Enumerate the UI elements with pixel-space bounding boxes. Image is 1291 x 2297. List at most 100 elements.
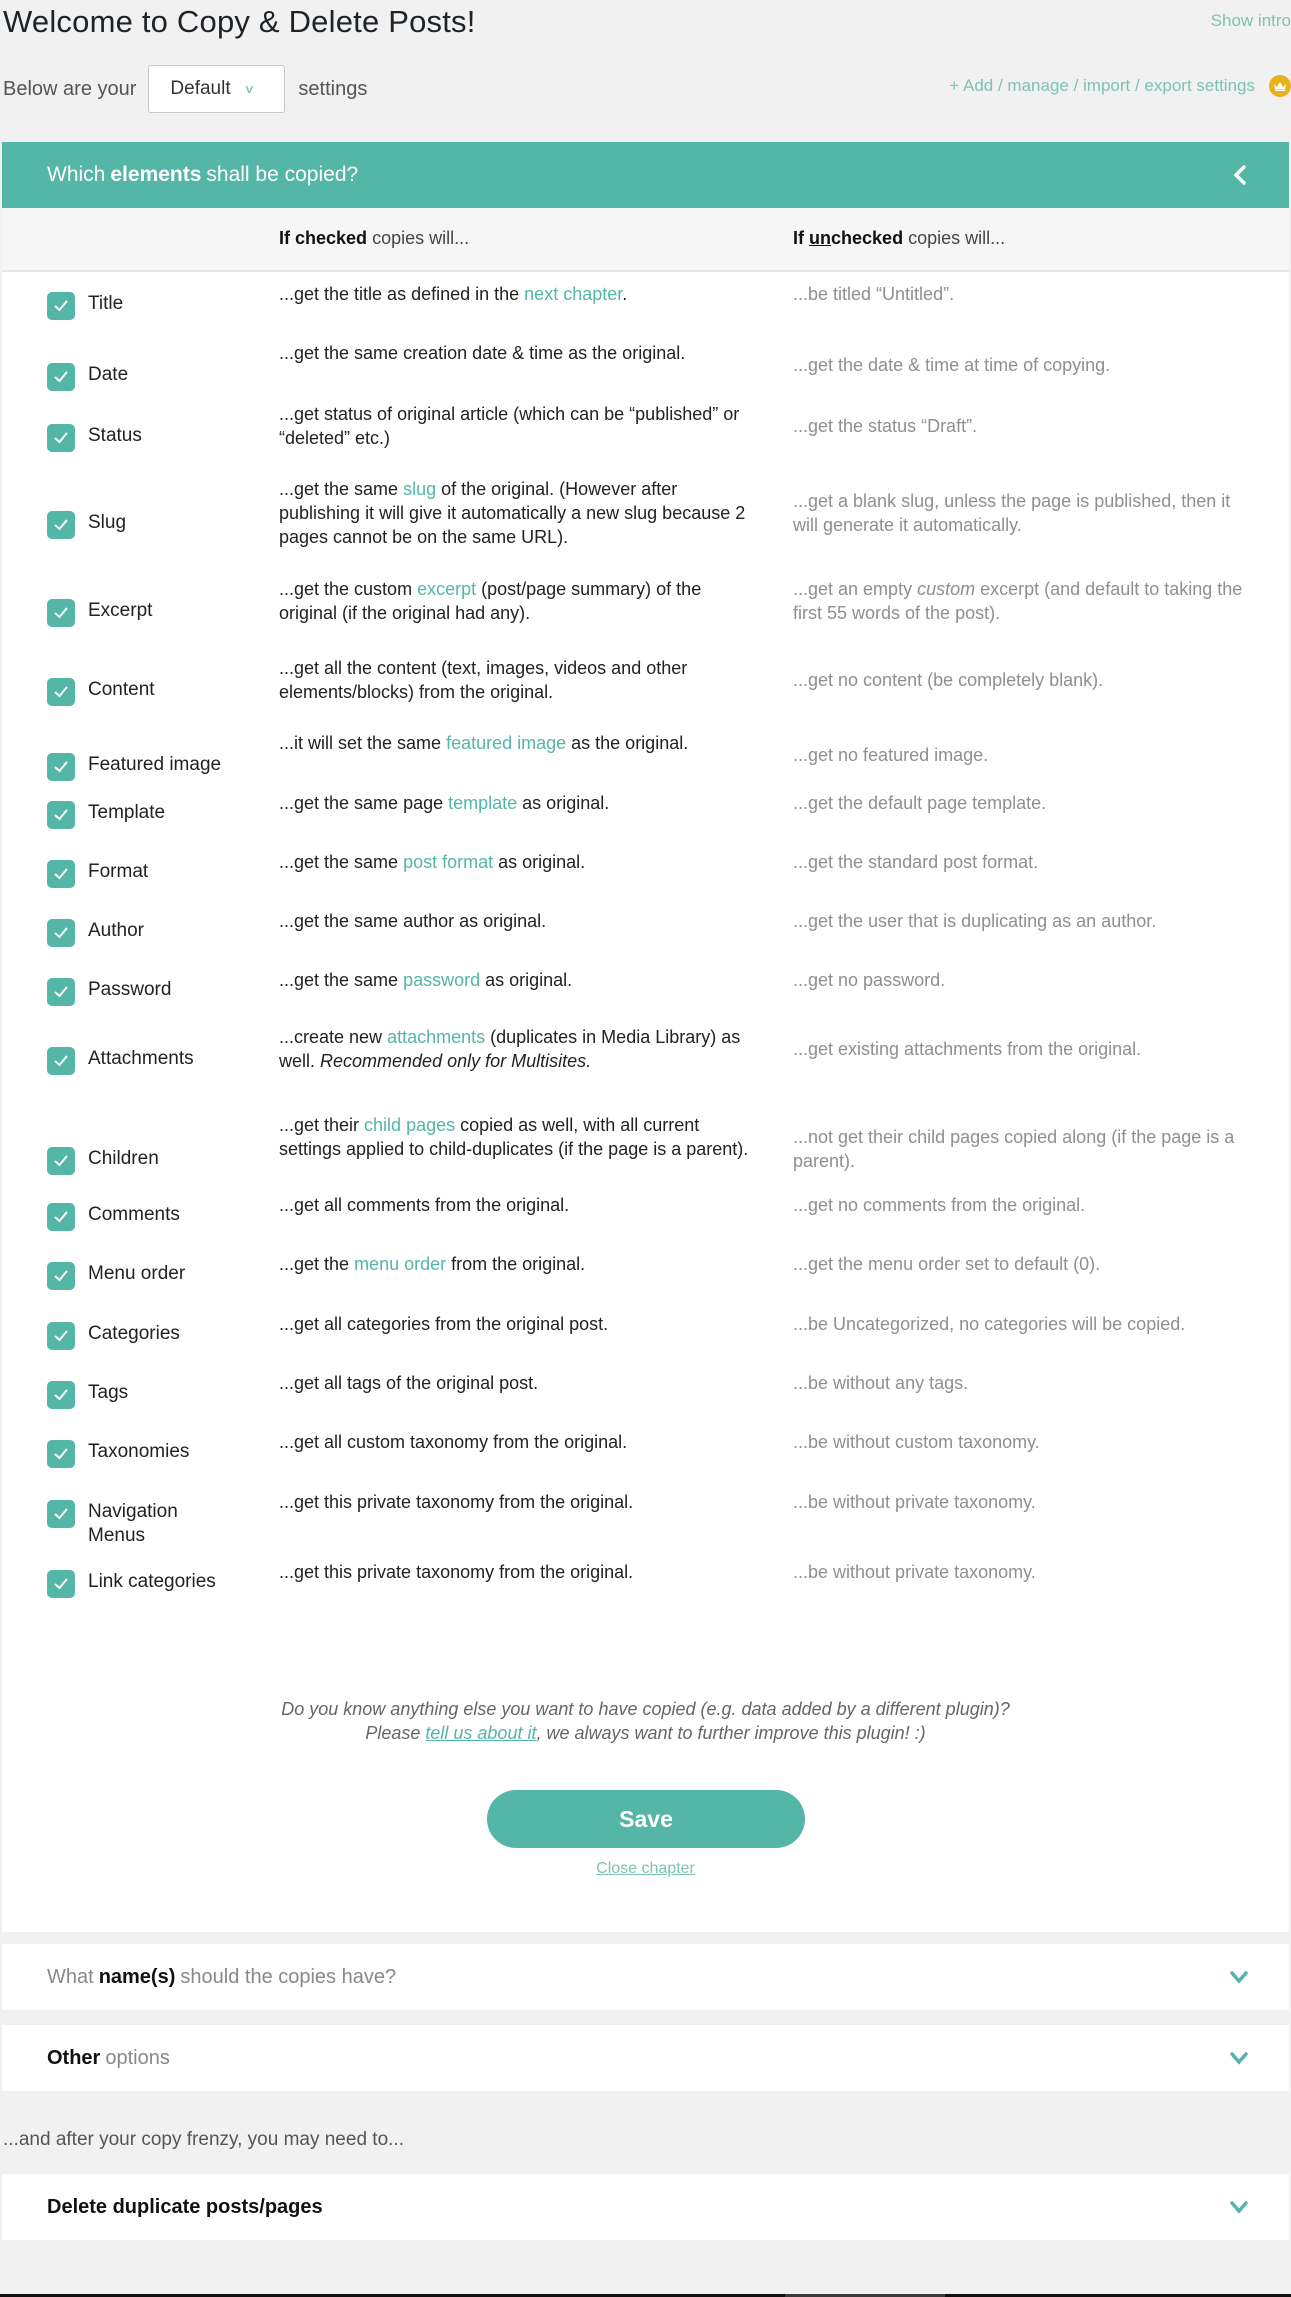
checkmark-icon <box>54 761 68 773</box>
option-label[interactable]: Categories <box>88 1322 238 1346</box>
option-checkbox[interactable] <box>47 292 75 320</box>
chevron-down-icon[interactable] <box>1229 2199 1249 2215</box>
option-label[interactable]: Format <box>88 860 238 884</box>
help-link[interactable]: excerpt <box>417 579 476 599</box>
option-label[interactable]: Template <box>88 801 238 825</box>
help-link[interactable]: attachments <box>387 1027 485 1047</box>
crown-icon[interactable] <box>1269 75 1291 97</box>
checked-description: ...get all comments from the original. <box>279 1195 570 1215</box>
option-label[interactable]: Featured image <box>88 753 238 777</box>
column-headers: If checked copies will... If unchecked c… <box>2 208 1289 272</box>
option-label[interactable]: Status <box>88 424 238 448</box>
help-link[interactable]: template <box>448 793 517 813</box>
column-header-checked: If checked copies will... <box>279 228 470 248</box>
chevron-down-icon[interactable] <box>1229 1969 1249 1985</box>
option-checkbox[interactable] <box>47 1440 75 1468</box>
unchecked-description: ...get existing attachments from the ori… <box>793 1039 1142 1059</box>
option-label[interactable]: Excerpt <box>88 599 238 623</box>
option-label[interactable]: Content <box>88 678 238 702</box>
help-link[interactable]: menu order <box>354 1254 446 1274</box>
option-label[interactable]: Comments <box>88 1203 238 1227</box>
option-checkbox[interactable] <box>47 1262 75 1290</box>
option-label[interactable]: Attachments <box>88 1047 238 1071</box>
option-label[interactable]: Title <box>88 292 238 316</box>
checkmark-icon <box>54 371 68 383</box>
checked-description: ...get the menu order from the original. <box>279 1254 586 1274</box>
option-checkbox[interactable] <box>47 1570 75 1598</box>
help-link[interactable]: password <box>403 970 480 990</box>
checked-description: ...get this private taxonomy from the or… <box>279 1492 634 1512</box>
checkmark-icon <box>54 1211 68 1223</box>
option-checkbox[interactable] <box>47 919 75 947</box>
tell-us-link[interactable]: tell us about it <box>425 1723 536 1743</box>
checked-description: ...it will set the same featured image a… <box>279 733 689 753</box>
settings-profile-value: Default <box>170 78 231 99</box>
help-link[interactable]: child pages <box>364 1115 455 1135</box>
settings-profile-select[interactable]: Default ∨ <box>148 65 286 113</box>
option-checkbox[interactable] <box>47 753 75 781</box>
option-checkbox[interactable] <box>47 1203 75 1231</box>
option-row: Menu order ...get the menu order from the… <box>2 1254 1289 1290</box>
option-label[interactable]: Tags <box>88 1381 238 1405</box>
option-checkbox[interactable] <box>47 860 75 888</box>
option-label[interactable]: Date <box>88 363 238 387</box>
option-label[interactable]: Children <box>88 1147 238 1171</box>
unchecked-description: ...be without any tags. <box>793 1373 969 1393</box>
save-button[interactable]: Save <box>487 1790 805 1848</box>
unchecked-description: ...be Uncategorized, no categories will … <box>793 1314 1186 1334</box>
option-row: Taxonomies ...get all custom taxonomy fro… <box>2 1432 1289 1468</box>
help-link[interactable]: next chapter <box>524 284 622 304</box>
option-label[interactable]: Password <box>88 978 238 1002</box>
elements-panel-header[interactable]: Which elements shall be copied? <box>2 142 1289 208</box>
checkmark-icon <box>54 519 68 531</box>
manage-settings-link[interactable]: + Add / manage / import / export setting… <box>949 76 1255 96</box>
checkmark-icon <box>54 986 68 998</box>
option-checkbox[interactable] <box>47 1047 75 1075</box>
unchecked-description: ...be without private taxonomy. <box>793 1492 1036 1512</box>
checkmark-icon <box>54 1389 68 1401</box>
option-label[interactable]: Menu order <box>88 1262 238 1286</box>
option-label[interactable]: Link categories <box>88 1570 238 1594</box>
option-checkbox[interactable] <box>47 599 75 627</box>
option-checkbox[interactable] <box>47 1381 75 1409</box>
checked-description: ...get all tags of the original post. <box>279 1373 539 1393</box>
names-panel-header[interactable]: What name(s) should the copies have? <box>2 1944 1289 2010</box>
option-checkbox[interactable] <box>47 1500 75 1528</box>
after-copy-note: ...and after your copy frenzy, you may n… <box>3 2129 404 2150</box>
chevron-left-icon[interactable] <box>1231 164 1249 186</box>
checked-description: ...get status of original article (which… <box>279 404 740 448</box>
other-options-panel-header[interactable]: Other options <box>2 2025 1289 2091</box>
close-chapter-link[interactable]: Close chapter <box>2 1860 1289 1878</box>
option-row: Attachments ...create new attachments (du… <box>2 1027 1289 1085</box>
checkmark-icon <box>54 300 68 312</box>
option-checkbox[interactable] <box>47 801 75 829</box>
delete-duplicates-panel-header[interactable]: Delete duplicate posts/pages <box>2 2174 1289 2240</box>
option-checkbox[interactable] <box>47 678 75 706</box>
header-text-post: shall be copied? <box>206 163 359 186</box>
help-link[interactable]: slug <box>403 479 436 499</box>
chevron-down-icon[interactable] <box>1229 2050 1249 2066</box>
unchecked-description: ...get the status “Draft”. <box>793 416 978 436</box>
option-checkbox[interactable] <box>47 363 75 391</box>
unchecked-description: ...be without custom taxonomy. <box>793 1432 1040 1452</box>
help-link[interactable]: post format <box>403 852 493 872</box>
option-row: Title ...get the title as defined in the … <box>2 284 1289 320</box>
checked-description: ...get the same post format as original. <box>279 852 586 872</box>
option-checkbox[interactable] <box>47 978 75 1006</box>
unchecked-description: ...get an empty custom excerpt (and defa… <box>793 579 1243 623</box>
checked-description: ...get the same slug of the original. (H… <box>279 479 746 547</box>
help-link[interactable]: featured image <box>446 733 566 753</box>
option-label[interactable]: Slug <box>88 511 238 535</box>
checkmark-icon <box>54 1508 68 1520</box>
option-checkbox[interactable] <box>47 424 75 452</box>
checked-description: ...get the custom excerpt (post/page sum… <box>279 579 702 623</box>
show-intro-link[interactable]: Show intro <box>1211 11 1291 31</box>
option-checkbox[interactable] <box>47 1147 75 1175</box>
option-checkbox[interactable] <box>47 1322 75 1350</box>
unchecked-description: ...get no content (be completely blank). <box>793 670 1104 690</box>
option-label[interactable]: Author <box>88 919 238 943</box>
option-label[interactable]: Navigation Menus <box>88 1500 198 1548</box>
option-checkbox[interactable] <box>47 511 75 539</box>
option-label[interactable]: Taxonomies <box>88 1440 238 1464</box>
unchecked-description: ...get no comments from the original. <box>793 1195 1086 1215</box>
